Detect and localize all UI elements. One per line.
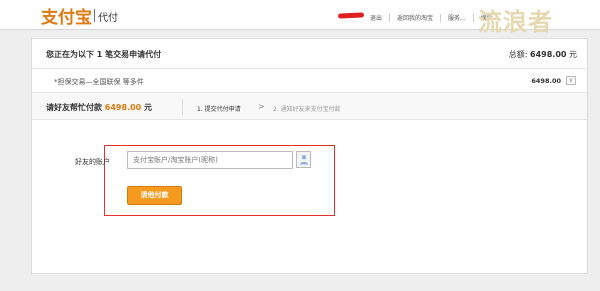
order-header: 您正在为以下 1 笔交易申请代付 总额: 6498.00 元 [32, 39, 587, 69]
product-name: 代付 [98, 13, 118, 24]
order-total: 总额: 6498.00 元 [509, 49, 577, 60]
prompt-text: 请好友帮忙付款 [46, 103, 102, 112]
service-link[interactable]: 服务... [448, 13, 466, 22]
nav-divider [440, 13, 442, 22]
payment-panel: 您正在为以下 1 笔交易申请代付 总额: 6498.00 元 *担保交易—全国联… [31, 38, 588, 274]
total-currency: 元 [569, 50, 577, 59]
contact-icon [299, 155, 308, 165]
watermark: 流浪者 [478, 8, 553, 36]
account-field-label: 好友的账户 [75, 158, 110, 166]
logout-link[interactable]: 退出 [370, 13, 382, 22]
prompt-amount: 6498.00 [104, 103, 142, 112]
contact-picker-button[interactable] [296, 151, 311, 168]
total-label: 总额: [508, 50, 528, 59]
item-price: 6498.00 [531, 77, 561, 85]
redacted-username [337, 12, 365, 19]
friend-account-input[interactable] [127, 151, 293, 169]
back-to-taobao-link[interactable]: 返回我的淘宝 [397, 13, 433, 22]
request-payment-button[interactable]: 请他付款 [127, 186, 182, 205]
nav-divider [472, 13, 474, 22]
logo-separator [94, 9, 95, 22]
total-amount: 6498.00 [530, 50, 567, 59]
top-bar: 支付宝 代付 退出 返回我的淘宝 服务... 搜索... 流浪者 [0, 0, 600, 36]
step-2: 2. 通知好友来支付宝付款 [273, 106, 341, 113]
page-title: 您正在为以下 1 笔交易申请代付 [46, 50, 162, 59]
step-1: 1. 提交代付申请 [197, 106, 241, 113]
step-arrow: > [258, 102, 265, 111]
alipay-logo[interactable]: 支付宝 [41, 3, 92, 28]
payment-prompt: 请好友帮忙付款 6498.00 元 [46, 102, 152, 113]
prompt-currency: 元 [144, 103, 153, 112]
nav-divider [389, 13, 391, 22]
steps-divider [182, 99, 183, 115]
expand-details-button[interactable]: ∨ [566, 76, 576, 85]
steps-bar: 请好友帮忙付款 6498.00 元 1. 提交代付申请 > 2. 通知好友来支付… [32, 94, 587, 120]
item-description: *担保交易—全国联保 等多件 [54, 78, 144, 86]
order-item-row: *担保交易—全国联保 等多件 6498.00 ∨ [32, 69, 587, 93]
